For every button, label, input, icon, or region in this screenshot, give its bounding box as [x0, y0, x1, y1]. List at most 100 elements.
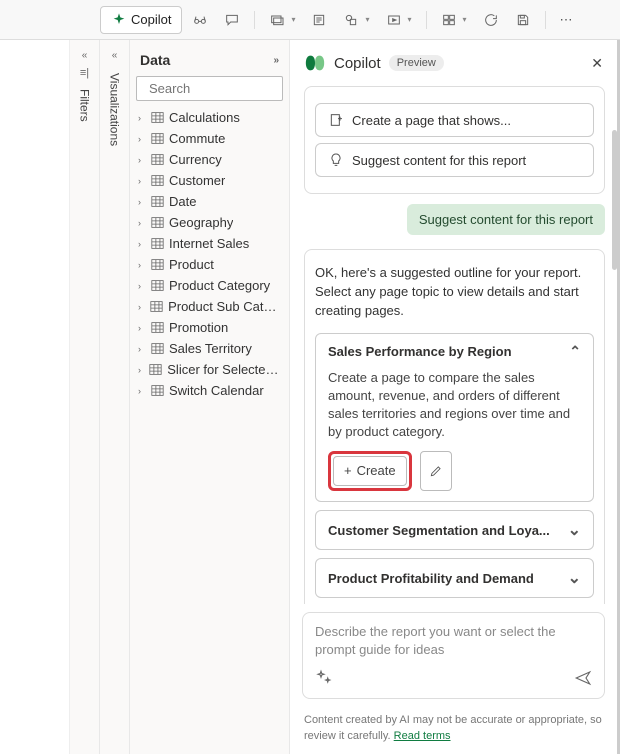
- suggestion-accordion: Product Profitability and Demand: [315, 558, 594, 598]
- table-item[interactable]: › Internet Sales: [136, 233, 283, 254]
- toolbar-btn-1[interactable]: [186, 8, 214, 32]
- viz-label[interactable]: Visualizations: [108, 69, 122, 150]
- data-collapse[interactable]: »: [273, 55, 279, 66]
- toolbar-btn-5[interactable]: ▾: [337, 8, 375, 32]
- chevron-right-icon: ›: [138, 260, 146, 270]
- pencil-icon: [429, 464, 443, 478]
- chevron-right-icon: ›: [138, 134, 146, 144]
- toolbar-btn-2[interactable]: [218, 8, 246, 32]
- table-icon: [151, 195, 164, 208]
- table-label: Product Sub Category: [168, 299, 281, 314]
- chevron-right-icon: ›: [138, 302, 145, 312]
- table-item[interactable]: ›Geography: [136, 212, 283, 233]
- toolbar-btn-9[interactable]: [509, 8, 537, 32]
- card-icon: [269, 12, 285, 28]
- save-icon: [515, 12, 531, 28]
- table-label: Sales Territory: [169, 341, 252, 356]
- table-item[interactable]: ›Product Category: [136, 275, 283, 296]
- table-item[interactable]: ›Promotion: [136, 317, 283, 338]
- send-button[interactable]: [574, 669, 592, 690]
- comment-icon: [224, 12, 240, 28]
- table-label: Geography: [169, 215, 233, 230]
- accordion-body: Create a page to compare the sales amoun…: [316, 369, 593, 502]
- assistant-card: OK, here's a suggested outline for your …: [304, 249, 605, 604]
- read-terms-link[interactable]: Read terms: [394, 730, 451, 742]
- suggestion-title: Sales Performance by Region: [328, 344, 512, 359]
- table-label: Customer: [169, 173, 225, 188]
- create-page-suggestion[interactable]: Create a page that shows...: [315, 103, 594, 137]
- table-item[interactable]: ›Calculations: [136, 107, 283, 128]
- refresh-icon: [483, 12, 499, 28]
- copilot-title: Copilot: [334, 55, 381, 72]
- accordion-header[interactable]: Customer Segmentation and Loya...: [316, 511, 593, 549]
- suggestion-accordion: Sales Performance by Region Create a page…: [315, 333, 594, 503]
- viz-collapse[interactable]: «: [112, 50, 118, 61]
- close-button[interactable]: ✕: [591, 55, 603, 72]
- suggest-content-label: Suggest content for this report: [352, 153, 526, 168]
- table-item[interactable]: › Product Sub Category: [136, 296, 283, 317]
- toolbar-btn-4[interactable]: [305, 8, 333, 32]
- accordion-header[interactable]: Sales Performance by Region: [316, 334, 593, 369]
- toolbar-divider-2: [426, 11, 427, 29]
- table-item[interactable]: ›Date: [136, 191, 283, 212]
- table-item[interactable]: ›Customer: [136, 170, 283, 191]
- filters-collapse[interactable]: «: [82, 50, 88, 61]
- filters-icon: ≡|: [80, 67, 89, 79]
- table-icon: [151, 132, 164, 145]
- accordion-header[interactable]: Product Profitability and Demand: [316, 559, 593, 597]
- chevron-right-icon: ›: [138, 155, 146, 165]
- shapes-icon: [343, 12, 359, 28]
- chevron-right-icon: ›: [138, 113, 146, 123]
- prompt-placeholder: Describe the report you want or select t…: [315, 623, 592, 659]
- scrollbar[interactable]: [612, 130, 617, 270]
- table-icon: [151, 258, 164, 271]
- prompt-guide-button[interactable]: [315, 669, 333, 690]
- chevron-right-icon: ›: [138, 365, 144, 375]
- toolbar-btn-3[interactable]: ▾: [263, 8, 301, 32]
- preview-badge: Preview: [389, 55, 444, 71]
- chevron-right-icon: ›: [138, 386, 146, 396]
- chat-body: Create a page that shows... Suggest cont…: [290, 86, 617, 604]
- edit-button[interactable]: [420, 451, 452, 491]
- toolbar-btn-8[interactable]: [477, 8, 505, 32]
- table-item[interactable]: › Sales Territory: [136, 338, 283, 359]
- table-item[interactable]: ›Slicer for Selected Mea...: [136, 359, 283, 380]
- table-label: Internet Sales: [169, 236, 249, 251]
- text-icon: [311, 12, 327, 28]
- table-icon: [151, 384, 164, 397]
- chevron-right-icon: ›: [138, 344, 146, 354]
- table-item[interactable]: › Switch Calendar: [136, 380, 283, 401]
- toolbar-more[interactable]: ⋯: [554, 8, 579, 32]
- table-icon: [151, 237, 164, 250]
- chevron-right-icon: ›: [138, 281, 146, 291]
- search-input[interactable]: [136, 76, 283, 101]
- chevron-down-icon: [568, 520, 581, 540]
- suggest-content-button[interactable]: Suggest content for this report: [315, 143, 594, 177]
- table-icon: [151, 111, 164, 124]
- create-label: Create: [357, 462, 396, 480]
- copilot-panel: Copilot Preview ✕ Create a page that sho…: [290, 40, 620, 754]
- prompt-input[interactable]: Describe the report you want or select t…: [302, 612, 605, 699]
- table-icon: [151, 279, 164, 292]
- table-item[interactable]: › Currency: [136, 149, 283, 170]
- canvas-area: [0, 40, 70, 754]
- chevron-right-icon: ›: [138, 239, 146, 249]
- table-label: Currency: [169, 152, 222, 167]
- copilot-ribbon-button[interactable]: Copilot: [100, 6, 182, 34]
- table-label: Commute: [169, 131, 225, 146]
- toolbar-btn-7[interactable]: ▾: [435, 8, 473, 32]
- data-panel: Data » ›Calculations›Commute›Currency›Cu…: [130, 40, 290, 754]
- table-label: Switch Calendar: [169, 383, 264, 398]
- toolbar-btn-6[interactable]: ▾: [380, 8, 418, 32]
- play-icon: [386, 12, 402, 28]
- table-item[interactable]: › Commute: [136, 128, 283, 149]
- data-title: Data: [140, 52, 170, 68]
- table-item[interactable]: ›Product: [136, 254, 283, 275]
- create-button[interactable]: +Create: [333, 456, 407, 486]
- table-icon: [150, 300, 163, 313]
- visualizations-panel: « Visualizations: [100, 40, 130, 754]
- sparkle-icon: [315, 669, 333, 687]
- suggestion-title: Product Profitability and Demand: [328, 571, 534, 586]
- glasses-icon: [192, 12, 208, 28]
- filters-label[interactable]: Filters: [78, 85, 92, 126]
